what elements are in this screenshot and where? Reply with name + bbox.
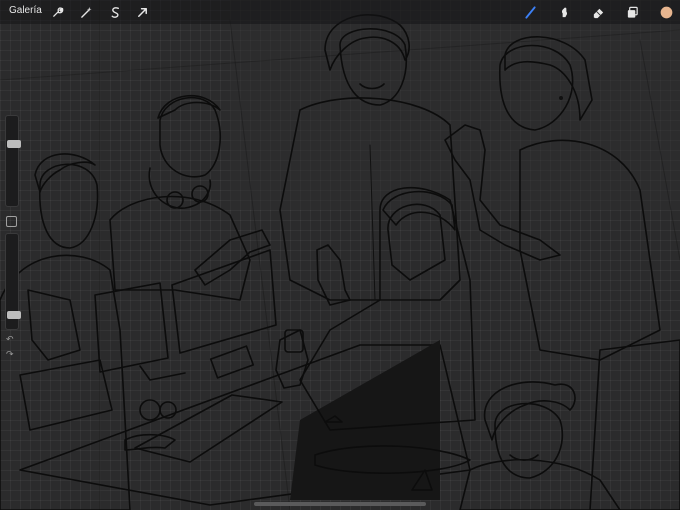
artwork — [0, 0, 680, 510]
left-sidebar: ↶ ↷ — [2, 115, 21, 365]
magic-wand-icon[interactable] — [77, 3, 95, 21]
layers-icon[interactable] — [623, 3, 641, 21]
brush-size-thumb[interactable] — [7, 140, 21, 148]
opacity-slider[interactable] — [5, 233, 21, 330]
eraser-icon[interactable] — [589, 3, 607, 21]
selection-icon[interactable] — [106, 3, 124, 21]
smudge-icon[interactable] — [555, 3, 573, 21]
gallery-button[interactable]: Galería — [9, 5, 42, 16]
redo-icon[interactable]: ↷ — [6, 349, 14, 360]
color-swatch[interactable] — [657, 3, 675, 21]
drawing-canvas[interactable] — [0, 0, 680, 510]
brush-icon[interactable] — [521, 3, 539, 21]
top-toolbar: Galería — [0, 0, 680, 24]
transform-arrow-icon[interactable] — [133, 3, 151, 21]
home-indicator[interactable] — [254, 502, 426, 506]
wrench-icon[interactable] — [48, 3, 66, 21]
brush-size-slider[interactable] — [5, 115, 21, 207]
undo-icon[interactable]: ↶ — [6, 334, 14, 345]
modify-button[interactable] — [6, 216, 17, 227]
opacity-thumb[interactable] — [7, 310, 21, 319]
